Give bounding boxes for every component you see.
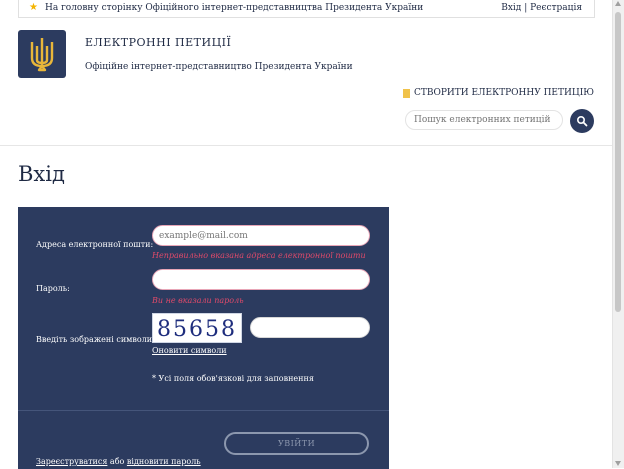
or-text: або xyxy=(107,457,127,466)
create-petition-label: СТВОРИТИ ЕЛЕКТРОННУ ПЕТИЦІЮ xyxy=(413,88,594,98)
document-icon xyxy=(402,88,410,98)
password-field[interactable] xyxy=(152,269,370,290)
captcha-label: Введіть зображені символи: xyxy=(36,335,155,344)
trident-icon xyxy=(30,38,54,72)
email-label: Адреса електронної пошти: xyxy=(36,240,154,249)
email-field[interactable] xyxy=(152,225,370,246)
login-register-links[interactable]: Вхід | Реєстрація xyxy=(501,3,582,13)
star-icon: ★ xyxy=(29,2,38,13)
scroll-up-icon[interactable] xyxy=(615,1,621,6)
header-divider xyxy=(0,145,612,146)
email-error: Неправильно вказана адреса електронної п… xyxy=(152,251,366,260)
login-button[interactable]: УВІЙТИ xyxy=(224,432,369,455)
scroll-down-icon[interactable] xyxy=(615,461,621,466)
refresh-captcha-link[interactable]: Оновити символи xyxy=(152,346,227,355)
site-logo[interactable] xyxy=(18,30,66,78)
search-button[interactable] xyxy=(570,109,594,133)
page-title: Вхід xyxy=(18,162,65,186)
scrollbar-thumb[interactable] xyxy=(615,12,621,312)
captcha-input[interactable] xyxy=(250,317,370,338)
password-label: Пароль: xyxy=(36,284,70,293)
captcha-image: 85658 xyxy=(152,313,242,343)
password-error: Ви не вказали пароль xyxy=(152,296,244,305)
captcha-text: 85658 xyxy=(157,317,237,342)
login-form-footer: УВІЙТИ Зареєструватися або відновити пар… xyxy=(18,410,389,469)
site-title[interactable]: ЕЛЕКТРОННІ ПЕТИЦІЇ xyxy=(85,36,231,49)
search-input[interactable] xyxy=(405,110,563,130)
president-site-link[interactable]: На головну сторінку Офіційного інтернет-… xyxy=(45,3,423,13)
register-link[interactable]: Зареєструватися xyxy=(36,457,107,466)
login-form: Адреса електронної пошти: Неправильно вк… xyxy=(18,207,389,410)
top-bar: ★ На головну сторінку Офіційного інтерне… xyxy=(18,0,595,18)
search-bar xyxy=(405,109,594,133)
required-fields-note: * Усі поля обов'язкові для заповнення xyxy=(152,374,314,383)
create-petition-link[interactable]: СТВОРИТИ ЕЛЕКТРОННУ ПЕТИЦІЮ xyxy=(402,88,594,98)
site-subtitle: Офіційне інтернет-представництво Президе… xyxy=(85,62,353,72)
search-icon xyxy=(576,115,588,127)
restore-password-link[interactable]: відновити пароль xyxy=(127,457,201,466)
vertical-scrollbar[interactable] xyxy=(612,0,624,468)
auth-alt-links: Зареєструватися або відновити пароль xyxy=(36,457,201,466)
